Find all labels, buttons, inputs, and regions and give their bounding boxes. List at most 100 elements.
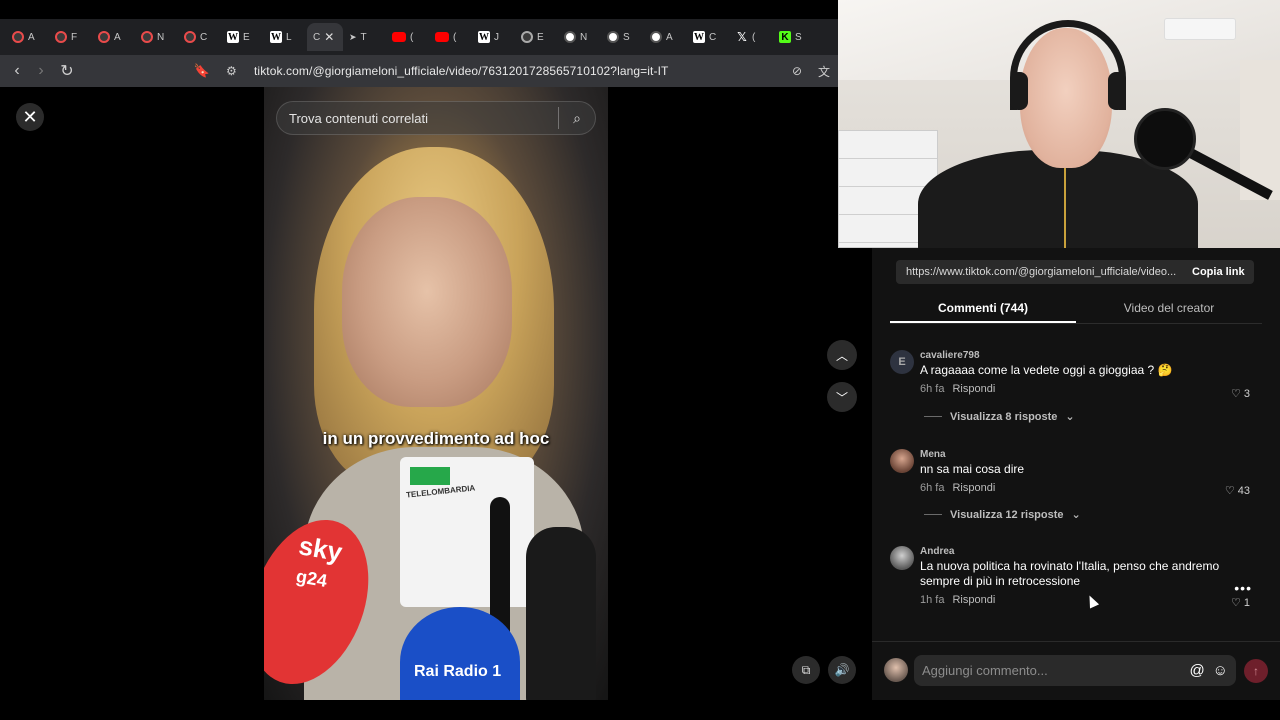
view-replies-button[interactable]: Visualizza 8 risposte ⌄: [924, 410, 1075, 423]
url-field[interactable]: ⚙ tiktok.com/@giorgiameloni_ufficiale/vi…: [220, 59, 838, 83]
browser-tab[interactable]: WC: [687, 23, 730, 51]
globe-icon: [521, 31, 533, 43]
close-video-button[interactable]: ✕: [16, 103, 44, 131]
browser-tab[interactable]: A: [644, 23, 687, 51]
chevron-down-icon: ⌄: [1065, 411, 1075, 423]
record-icon: [141, 31, 153, 43]
tracking-icon[interactable]: ⊘: [792, 64, 802, 78]
browser-tab[interactable]: WL: [264, 23, 307, 51]
comment-body: Mena nn sa mai cosa dire 6h fa Rispondi: [920, 449, 1250, 494]
like-button[interactable]: ♡ 3: [1231, 387, 1250, 401]
record-icon: [184, 31, 196, 43]
comment-input[interactable]: Aggiungi commento... @ ☺: [914, 655, 1236, 686]
avatar: [884, 658, 908, 682]
wordpress-icon: W: [227, 31, 239, 43]
comment-body: cavaliere798 A ragaaaa come la vedete og…: [920, 350, 1250, 395]
comment-text: A ragaaaa come la vedete oggi a gioggiaa…: [920, 363, 1173, 377]
webcam-ac-unit: [1164, 18, 1236, 40]
avatar[interactable]: E: [890, 350, 914, 374]
browser-tab[interactable]: (: [429, 23, 472, 51]
kick-icon: K: [779, 31, 791, 43]
url-text: tiktok.com/@giorgiameloni_ufficiale/vide…: [254, 64, 669, 78]
bookmark-icon[interactable]: 🔖: [190, 59, 214, 83]
previous-video-button[interactable]: ︿: [827, 340, 857, 370]
comment-time: 6h fa: [920, 482, 945, 494]
related-search[interactable]: Trova contenuti correlati ⌕: [276, 101, 596, 135]
emoji-icon[interactable]: ☺: [1213, 662, 1228, 679]
comment-text: nn sa mai cosa dire: [920, 462, 1025, 476]
forward-icon[interactable]: ›: [29, 59, 53, 83]
panel-tabs: Commenti (744) Video del creator: [890, 298, 1262, 324]
avatar[interactable]: [890, 449, 914, 473]
comment-username[interactable]: Andrea: [920, 546, 1250, 557]
comment-time: 6h fa: [920, 383, 945, 395]
view-replies-button[interactable]: Visualizza 12 risposte ⌄: [924, 508, 1081, 521]
back-icon[interactable]: ‹: [5, 59, 29, 83]
microphone-icon: [526, 527, 596, 700]
webcam-ear-left: [1010, 72, 1028, 110]
copy-link-button[interactable]: Copia link: [1192, 266, 1245, 278]
browser-tab[interactable]: WE: [221, 23, 264, 51]
circle-icon: [650, 31, 662, 43]
browser-tab[interactable]: KS: [773, 23, 816, 51]
like-count: 43: [1237, 484, 1250, 497]
webcam-ear-right: [1108, 72, 1126, 110]
reload-icon[interactable]: ↻: [55, 59, 79, 83]
webcam-dresser-drawer: [839, 159, 937, 187]
x-icon: 𝕏: [737, 30, 747, 44]
comment-compose: Aggiungi commento... @ ☺ ↑: [872, 641, 1280, 700]
browser-tab[interactable]: C: [178, 23, 221, 51]
mention-icon[interactable]: @: [1189, 662, 1204, 679]
heart-icon: ♡: [1231, 597, 1241, 609]
browser-tab[interactable]: 𝕏(: [730, 23, 773, 51]
browser-tab[interactable]: N: [558, 23, 601, 51]
webcam-zipper: [1064, 168, 1066, 248]
close-icon[interactable]: ✕: [324, 30, 334, 44]
wikipedia-icon: W: [693, 31, 705, 43]
volume-button[interactable]: 🔊: [828, 656, 856, 684]
browser-tab[interactable]: (: [386, 23, 429, 51]
like-button[interactable]: ♡ 1: [1231, 596, 1250, 610]
browser-tab[interactable]: F: [49, 23, 92, 51]
next-video-button[interactable]: ﹀: [827, 382, 857, 412]
circle-icon: [564, 31, 576, 43]
reply-button[interactable]: Rispondi: [952, 482, 995, 494]
search-icon[interactable]: ⌕: [559, 110, 595, 127]
heart-icon: ♡: [1224, 485, 1235, 497]
more-options-icon[interactable]: •••: [1234, 580, 1252, 596]
comment-username[interactable]: cavaliere798: [920, 350, 1250, 361]
comment-meta: 1h fa Rispondi: [920, 594, 1250, 606]
picture-in-picture-button[interactable]: ⧉: [792, 656, 820, 684]
send-comment-button[interactable]: ↑: [1244, 659, 1268, 683]
browser-tab[interactable]: A: [92, 23, 135, 51]
browser-tab[interactable]: WJ: [472, 23, 515, 51]
tab-creator-videos[interactable]: Video del creator: [1076, 298, 1262, 323]
translate-icon[interactable]: 文: [818, 63, 830, 80]
video-player[interactable]: sky g24 TELELOMBARDIA Rai Radio 1 in un p…: [264, 87, 608, 700]
browser-tab[interactable]: N: [135, 23, 178, 51]
reply-button[interactable]: Rispondi: [952, 594, 995, 606]
browser-tab[interactable]: ➤ T: [343, 23, 386, 51]
browser-tab-active[interactable]: C ✕: [307, 23, 343, 51]
related-search-placeholder: Trova contenuti correlati: [289, 110, 428, 126]
reply-button[interactable]: Rispondi: [952, 383, 995, 395]
tab-comments[interactable]: Commenti (744): [890, 298, 1076, 323]
wordpress-icon: W: [270, 31, 282, 43]
comment-username[interactable]: Mena: [920, 449, 1250, 460]
share-link-bar: https://www.tiktok.com/@giorgiameloni_uf…: [896, 260, 1254, 284]
browser-tab[interactable]: A: [6, 23, 49, 51]
like-button[interactable]: ♡ 43: [1224, 484, 1250, 498]
record-icon: [55, 31, 67, 43]
record-icon: [98, 31, 110, 43]
comment-meta: 6h fa Rispondi: [920, 482, 1250, 494]
video-scene-face: [342, 197, 512, 407]
browser-tab[interactable]: S: [601, 23, 644, 51]
mic-telelombardia: TELELOMBARDIA: [400, 457, 534, 607]
replies-line: [924, 416, 942, 417]
avatar[interactable]: [890, 546, 914, 570]
browser-tab-bar: A F A N C WE WL C ✕ ➤ T ( ( WJ E N S A WC …: [0, 19, 838, 55]
browser-tab[interactable]: E: [515, 23, 558, 51]
site-settings-icon[interactable]: ⚙: [226, 64, 237, 78]
play-icon: ➤: [349, 31, 357, 42]
circle-icon: [607, 31, 619, 43]
